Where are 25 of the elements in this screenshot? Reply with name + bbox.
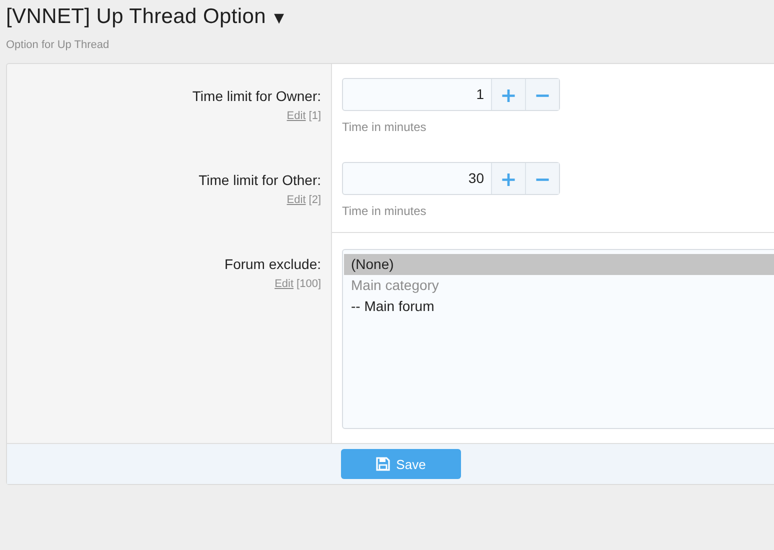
list-option[interactable]: -- Main forum [344, 296, 774, 317]
save-button[interactable]: Save [341, 449, 461, 479]
increment-button[interactable]: + [491, 79, 525, 110]
dropdown-caret[interactable]: ▾ [274, 7, 284, 27]
option-label: Forum exclude: [224, 256, 321, 272]
list-option: Main category [344, 275, 774, 296]
increment-button[interactable]: + [491, 163, 525, 194]
decrement-button[interactable]: − [525, 79, 559, 110]
number-input[interactable]: 30 + − [342, 162, 560, 195]
edit-link[interactable]: Edit [274, 278, 294, 290]
number-input[interactable]: 1 + − [342, 78, 560, 111]
option-label: Time limit for Other: [198, 172, 321, 188]
input-hint: Time in minutes [342, 204, 428, 218]
display-order: [1] [308, 110, 321, 122]
input-hint: Time in minutes [342, 120, 428, 134]
edit-link[interactable]: Edit [286, 110, 306, 122]
option-label: Time limit for Owner: [192, 88, 321, 104]
edit-link[interactable]: Edit [286, 194, 306, 206]
page-title: [VNNET] Up Thread Option [6, 5, 266, 29]
display-order: [2] [308, 194, 321, 206]
display-order: [100] [296, 278, 321, 290]
save-icon [376, 457, 390, 471]
decrement-button[interactable]: − [525, 163, 559, 194]
page-description: Option for Up Thread [6, 39, 110, 51]
list-option[interactable]: (None) [344, 254, 774, 275]
